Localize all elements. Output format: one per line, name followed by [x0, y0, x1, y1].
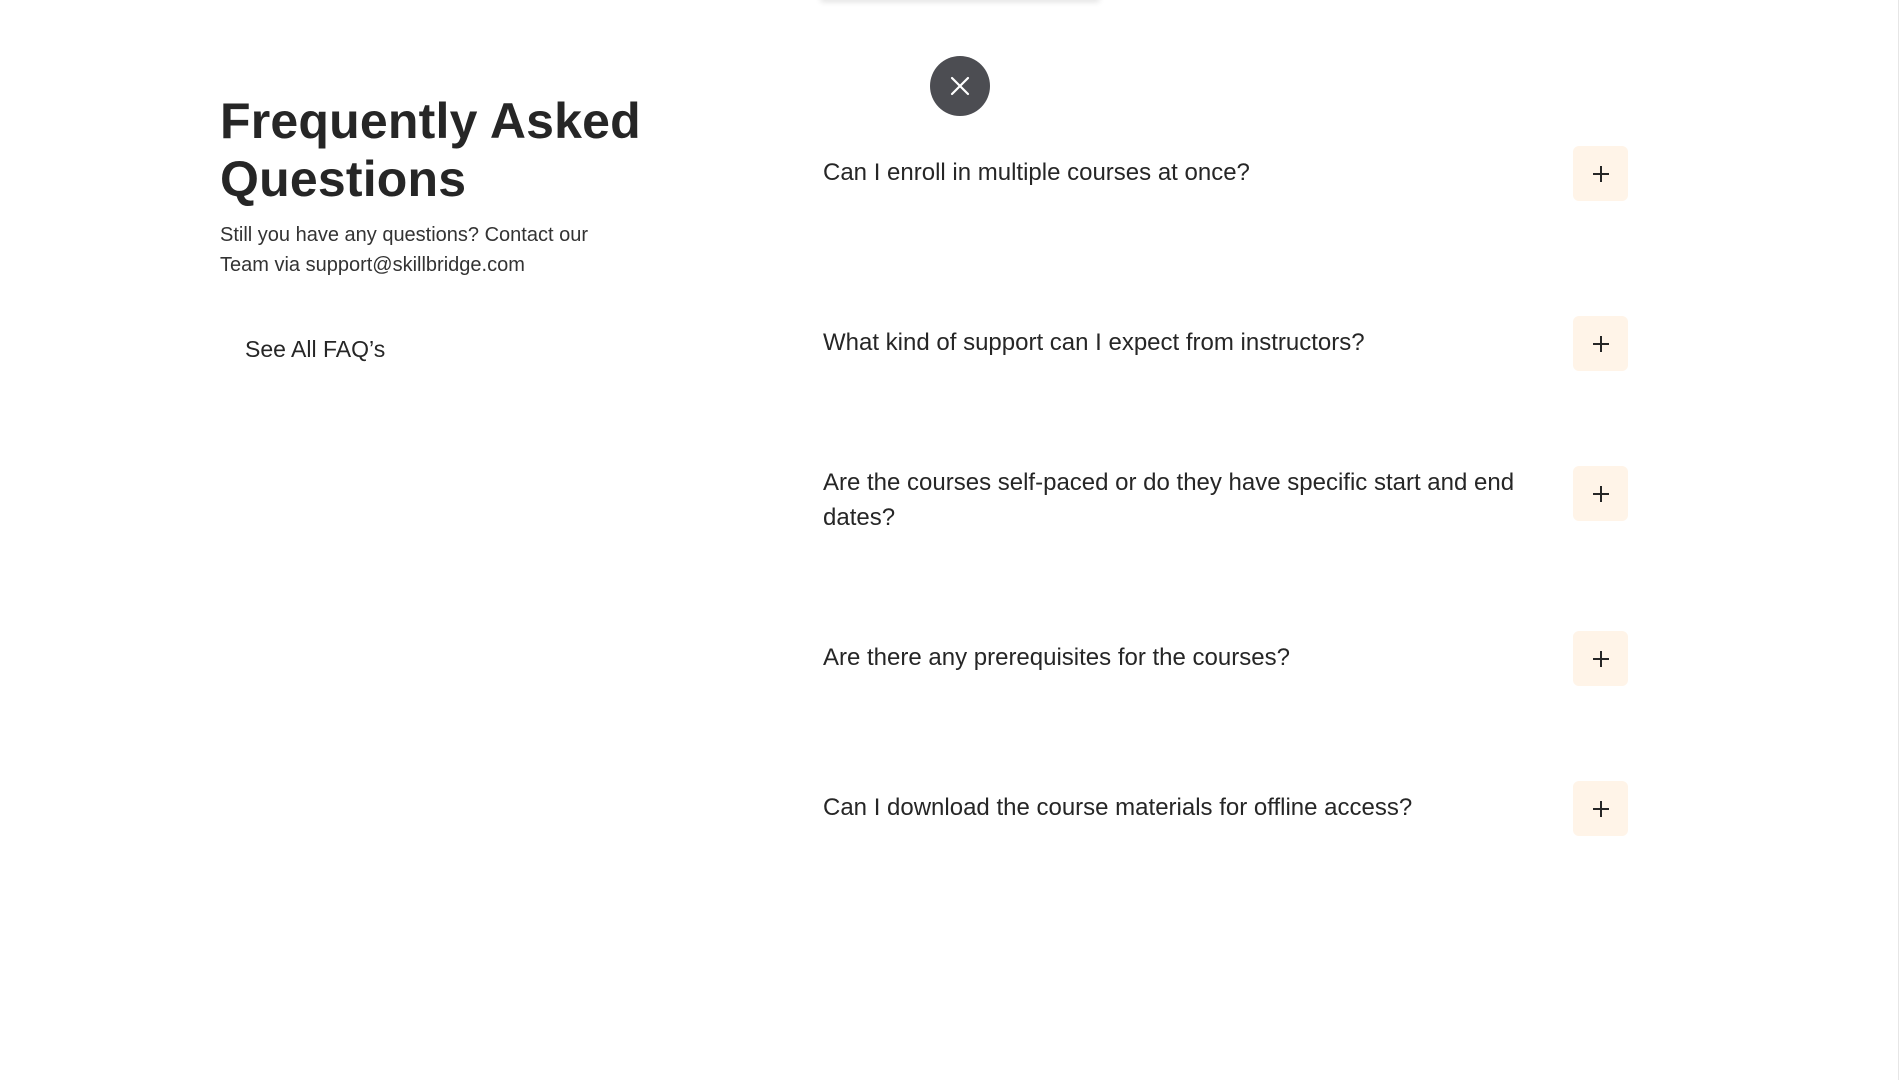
faq-question[interactable]: Are there any prerequisites for the cour… — [823, 640, 1553, 675]
scrollbar-edge — [1898, 0, 1899, 1080]
close-icon — [950, 76, 970, 96]
faq-intro: Frequently Asked Questions Still you hav… — [220, 92, 660, 379]
faq-title: Frequently Asked Questions — [220, 92, 660, 208]
expand-button[interactable] — [1573, 781, 1628, 836]
close-button[interactable] — [930, 56, 990, 116]
plus-icon — [1592, 485, 1609, 502]
faq-subtitle-line-1: Still you have any questions? Contact ou… — [220, 224, 588, 246]
plus-icon — [1592, 335, 1609, 352]
faq-question[interactable]: What kind of support can I expect from i… — [823, 325, 1553, 360]
faq-title-line-2: Questions — [220, 151, 467, 207]
faq-question[interactable]: Are the courses self-paced or do they ha… — [823, 465, 1553, 535]
plus-icon — [1592, 800, 1609, 817]
expand-button[interactable] — [1573, 146, 1628, 201]
expand-button[interactable] — [1573, 631, 1628, 686]
plus-icon — [1592, 650, 1609, 667]
plus-icon — [1592, 165, 1609, 182]
faq-question[interactable]: Can I download the course materials for … — [823, 790, 1553, 825]
expand-button[interactable] — [1573, 466, 1628, 521]
faq-page: Frequently Asked Questions Still you hav… — [0, 0, 1900, 1080]
expand-button[interactable] — [1573, 316, 1628, 371]
faq-subtitle: Still you have any questions? Contact ou… — [220, 220, 650, 280]
see-all-faqs-button[interactable]: See All FAQ’s — [220, 320, 410, 379]
faq-subtitle-line-2: Team via support@skillbridge.com — [220, 254, 525, 276]
faq-title-line-1: Frequently Asked — [220, 93, 641, 149]
faq-question[interactable]: Can I enroll in multiple courses at once… — [823, 155, 1553, 190]
